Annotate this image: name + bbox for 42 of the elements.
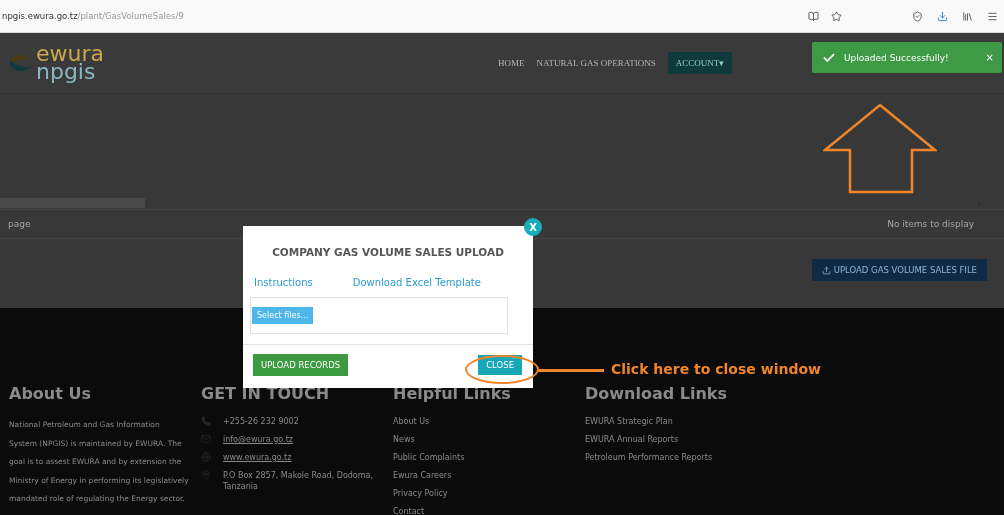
- phone-icon: [201, 416, 211, 426]
- logo-text: ewura: [36, 45, 104, 63]
- upload-icon: [821, 265, 831, 275]
- footer-link[interactable]: EWURA Strategic Plan: [585, 416, 1004, 427]
- upload-records-button[interactable]: UPLOAD RECORDS: [253, 354, 349, 376]
- dialog-title: COMPANY GAS VOLUME SALES UPLOAD: [272, 246, 504, 258]
- footer-link[interactable]: Privacy Policy: [393, 488, 585, 499]
- footer-link[interactable]: Ewura Careers: [393, 470, 585, 481]
- footer-link[interactable]: Petroleum Performance Reports: [585, 452, 1004, 463]
- library-icon[interactable]: [962, 10, 973, 22]
- empty-message: No items to display: [887, 219, 974, 229]
- footer-heading: About Us: [9, 384, 92, 403]
- contact-text: P.O Box 2857, Makole Road, Dodoma, Tanzania: [223, 470, 373, 492]
- nav-link[interactable]: HOME: [498, 58, 525, 68]
- up-arrow-annotation-icon: [823, 103, 937, 195]
- leader-line: [537, 369, 604, 372]
- contact-text[interactable]: www.ewura.go.tz: [223, 452, 373, 463]
- contact-text: +255-26 232 9002: [223, 416, 300, 427]
- dialog-link[interactable]: Instructions: [254, 277, 313, 288]
- account-menu-button[interactable]: ACCOUNT▾: [667, 52, 733, 74]
- download-icon[interactable]: [937, 10, 948, 22]
- pager-text: page: [8, 219, 31, 229]
- nav-link[interactable]: NATURAL GAS OPERATIONS: [536, 58, 656, 68]
- footer-heading: Helpful Links: [393, 384, 512, 403]
- footer-heading: Download Links: [585, 384, 728, 403]
- toast-message: Uploaded Successfully!: [844, 52, 950, 63]
- menu-icon[interactable]: [987, 10, 998, 22]
- footer-link[interactable]: About Us: [393, 416, 585, 427]
- bookmark-star-icon[interactable]: [831, 10, 842, 22]
- annotation-text: Click here to close window: [611, 361, 821, 377]
- footer-link[interactable]: Public Complaints: [393, 452, 585, 463]
- mail-icon: [201, 434, 211, 444]
- upload-file-button[interactable]: UPLOAD GAS VOLUME SALES FILE: [811, 259, 987, 281]
- footer-link[interactable]: News: [393, 434, 585, 445]
- contact-text[interactable]: info@ewura.go.tz: [223, 434, 373, 445]
- globe-icon: [201, 452, 211, 462]
- footer-link[interactable]: Contact: [393, 506, 585, 515]
- reader-view-icon[interactable]: [808, 10, 819, 22]
- logo-text: npgis: [36, 63, 96, 81]
- footer-link[interactable]: EWURA Annual Reports: [585, 434, 1004, 445]
- toast-close[interactable]: ×: [985, 52, 994, 63]
- dialog-link[interactable]: Download Excel Template: [352, 277, 481, 288]
